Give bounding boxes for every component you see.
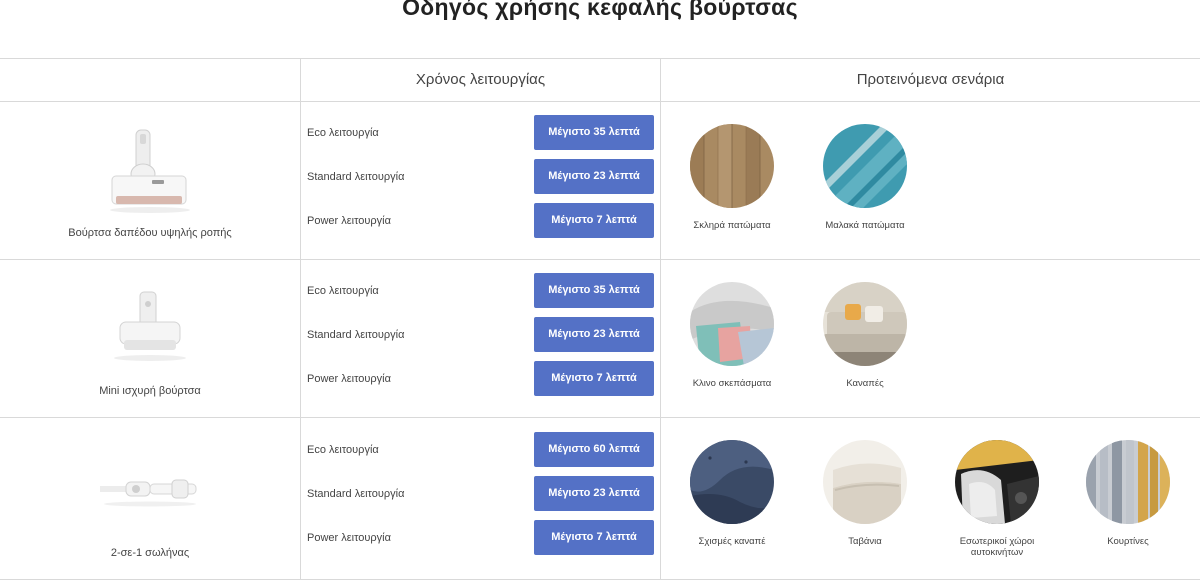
table-row: Βούρτσα δαπέδου υψηλής ροπής Eco λειτουρ… — [0, 102, 1200, 260]
sofa-image — [823, 282, 907, 366]
table-row: Mini ισχυρή βούρτσα Eco λειτουργία Μέγισ… — [0, 260, 1200, 418]
table-row: 2-σε-1 σωλήνας Eco λειτουργία Μέγιστο 60… — [0, 418, 1200, 580]
scenarios-cell: Σκληρά πατώματα Μαλακά πατώματα — [660, 102, 1200, 259]
runtime-cell: Eco λειτουργία Μέγιστο 35 λεπτά Standard… — [300, 102, 660, 259]
mode-label: Standard λειτουργία — [307, 329, 405, 341]
mode-power: Power λειτουργία Μέγιστο 7 λεπτά — [301, 520, 661, 556]
table-header: Χρόνος λειτουργίας Προτεινόμενα σενάρια — [0, 59, 1200, 102]
mode-label: Eco λειτουργία — [307, 127, 379, 139]
runtime-button-eco[interactable]: Μέγιστο 35 λεπτά — [534, 115, 654, 150]
carpet-image — [823, 124, 907, 208]
crevice-tube-image — [100, 479, 197, 507]
mode-standard: Standard λειτουργία Μέγιστο 23 λεπτά — [301, 317, 661, 353]
mode-standard: Standard λειτουργία Μέγιστο 23 λεπτά — [301, 476, 661, 512]
product-cell: Βούρτσα δαπέδου υψηλής ροπής — [0, 102, 300, 259]
mode-label: Eco λειτουργία — [307, 285, 379, 297]
scenario-label: Εσωτερικοί χώροι αυτοκινήτων — [959, 536, 1035, 558]
scenario-sofa-crevices: Σχισμές καναπέ — [677, 440, 787, 547]
mode-label: Power λειτουργία — [307, 532, 391, 544]
scenario-sofa: Καναπές — [810, 282, 920, 389]
product-name: Βούρτσα δαπέδου υψηλής ροπής — [68, 227, 232, 239]
mode-eco: Eco λειτουργία Μέγιστο 60 λεπτά — [301, 432, 661, 468]
mode-eco: Eco λειτουργία Μέγιστο 35 λεπτά — [301, 115, 661, 151]
mode-label: Power λειτουργία — [307, 215, 391, 227]
scenario-label: Σχισμές καναπέ — [698, 536, 766, 547]
page-title: Οδηγός χρήσης κεφαλής βούρτσας — [402, 0, 798, 20]
header-product — [0, 59, 300, 102]
product-cell: Mini ισχυρή βούρτσα — [0, 260, 300, 417]
car-interior-image — [955, 440, 1039, 524]
bedding-image — [690, 282, 774, 366]
scenario-label: Καναπές — [846, 378, 884, 389]
mode-label: Eco λειτουργία — [307, 444, 379, 456]
mode-power: Power λειτουργία Μέγιστο 7 λεπτά — [301, 361, 661, 397]
scenarios-cell: Κλινο σκεπάσματα Καναπές — [660, 260, 1200, 417]
floor-brush-image — [110, 129, 190, 213]
product-cell: 2-σε-1 σωλήνας — [0, 418, 300, 579]
scenario-hard-floors: Σκληρά πατώματα — [677, 124, 787, 231]
scenario-label: Κουρτίνες — [1107, 536, 1149, 547]
sofa-crevice-image — [690, 440, 774, 524]
hard-floor-image — [690, 124, 774, 208]
scenarios-cell: Σχισμές καναπέ Ταβάνια Εσωτερικοί χώροι … — [660, 418, 1200, 579]
scenario-curtains: Κουρτίνες — [1073, 440, 1183, 547]
ottoman-image — [823, 440, 907, 524]
scenario-bedding: Κλινο σκεπάσματα — [677, 282, 787, 389]
brush-guide-table: Χρόνος λειτουργίας Προτεινόμενα σενάρια … — [0, 58, 1200, 580]
runtime-cell: Eco λειτουργία Μέγιστο 60 λεπτά Standard… — [300, 418, 660, 579]
runtime-button-standard[interactable]: Μέγιστο 23 λεπτά — [534, 159, 654, 194]
runtime-button-eco[interactable]: Μέγιστο 35 λεπτά — [534, 273, 654, 308]
scenario-label: Ταβάνια — [848, 536, 882, 547]
mini-brush-image — [114, 291, 186, 361]
scenario-soft-floors: Μαλακά πατώματα — [810, 124, 920, 231]
mode-label: Standard λειτουργία — [307, 171, 405, 183]
mode-power: Power λειτουργία Μέγιστο 7 λεπτά — [301, 203, 661, 239]
header-runtime: Χρόνος λειτουργίας — [300, 59, 660, 102]
mode-label: Power λειτουργία — [307, 373, 391, 385]
runtime-button-standard[interactable]: Μέγιστο 23 λεπτά — [534, 317, 654, 352]
scenario-car-interiors: Εσωτερικοί χώροι αυτοκινήτων — [942, 440, 1052, 558]
scenario-label: Μαλακά πατώματα — [825, 220, 905, 231]
header-scenarios: Προτεινόμενα σενάρια — [660, 59, 1200, 102]
curtain-image — [1086, 440, 1170, 524]
scenario-label: Σκληρά πατώματα — [693, 220, 771, 231]
product-name: 2-σε-1 σωλήνας — [110, 547, 190, 559]
runtime-cell: Eco λειτουργία Μέγιστο 35 λεπτά Standard… — [300, 260, 660, 417]
mode-eco: Eco λειτουργία Μέγιστο 35 λεπτά — [301, 273, 661, 309]
runtime-button-power[interactable]: Μέγιστο 7 λεπτά — [534, 520, 654, 555]
mode-standard: Standard λειτουργία Μέγιστο 23 λεπτά — [301, 159, 661, 195]
product-name: Mini ισχυρή βούρτσα — [99, 385, 201, 397]
runtime-button-eco[interactable]: Μέγιστο 60 λεπτά — [534, 432, 654, 467]
runtime-button-standard[interactable]: Μέγιστο 23 λεπτά — [534, 476, 654, 511]
mode-label: Standard λειτουργία — [307, 488, 405, 500]
scenario-label: Κλινο σκεπάσματα — [692, 378, 772, 389]
runtime-button-power[interactable]: Μέγιστο 7 λεπτά — [534, 203, 654, 238]
scenario-ottomans: Ταβάνια — [810, 440, 920, 547]
runtime-button-power[interactable]: Μέγιστο 7 λεπτά — [534, 361, 654, 396]
